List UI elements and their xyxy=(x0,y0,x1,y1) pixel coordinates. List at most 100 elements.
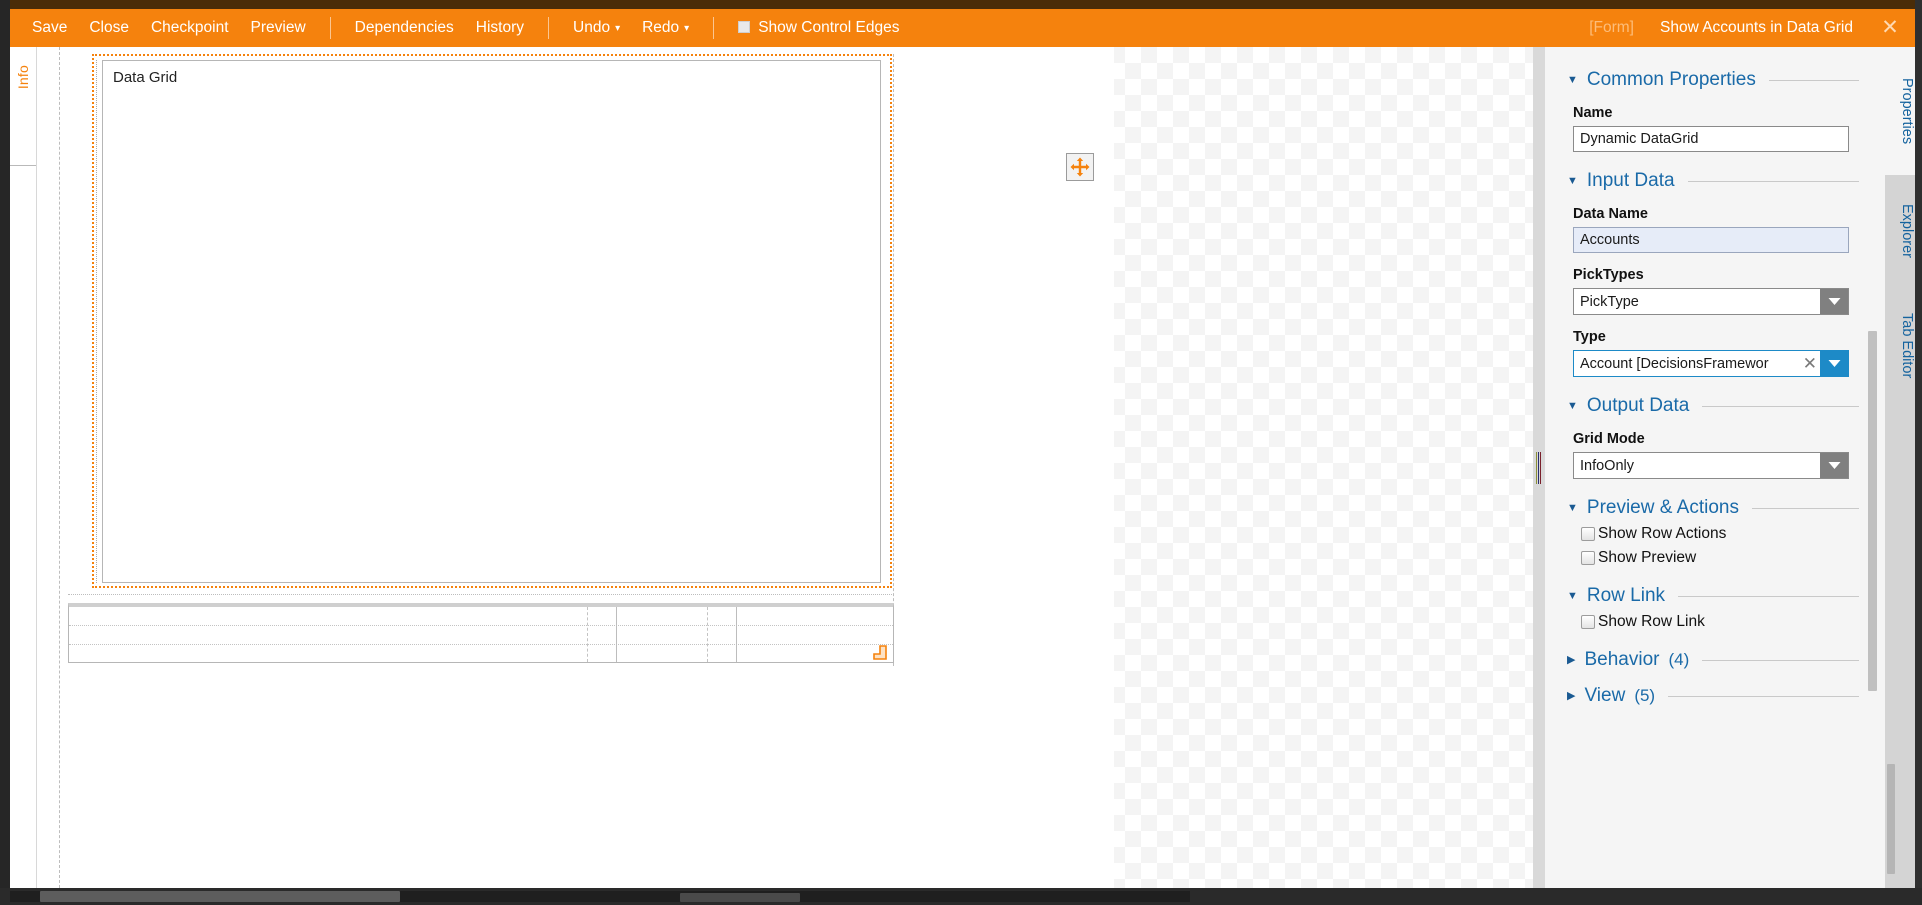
type-dropdown[interactable]: Account [DecisionsFramewor ✕ xyxy=(1573,350,1849,377)
chevron-down-icon[interactable] xyxy=(1820,289,1848,314)
horizontal-scrollbar-thumb-secondary[interactable] xyxy=(680,893,800,902)
data-grid-label: Data Grid xyxy=(113,69,178,86)
grid-mode-dropdown[interactable]: InfoOnly xyxy=(1573,452,1849,479)
main-toolbar: Save Close Checkpoint Preview Dependenci… xyxy=(10,9,1915,47)
grid-placeholder-table[interactable] xyxy=(68,603,894,663)
save-button[interactable]: Save xyxy=(21,9,78,47)
application-window: Save Close Checkpoint Preview Dependenci… xyxy=(0,0,1922,905)
left-tab-strip: Info xyxy=(10,47,37,888)
grid-row-divider xyxy=(69,644,893,645)
section-rule xyxy=(1702,405,1859,407)
section-title: Common Properties xyxy=(1586,69,1756,90)
close-window-icon[interactable]: ✕ xyxy=(1869,9,1911,47)
window-frame-left xyxy=(0,0,10,905)
name-input[interactable] xyxy=(1573,126,1849,152)
show-row-actions-checkbox-row[interactable]: Show Row Actions xyxy=(1581,525,1859,543)
window-frame-top-accent xyxy=(10,0,1922,9)
horizontal-scrollbar-thumb[interactable] xyxy=(40,891,400,902)
section-output-data[interactable]: ▼ Output Data xyxy=(1567,395,1859,417)
history-button[interactable]: History xyxy=(465,9,535,47)
move-arrows-icon[interactable] xyxy=(1066,153,1094,181)
section-view[interactable]: ▶ View (5) xyxy=(1567,685,1859,707)
dependencies-button[interactable]: Dependencies xyxy=(344,9,465,47)
redo-menu-button[interactable]: Redo ▾ xyxy=(631,9,700,47)
chevron-down-icon[interactable] xyxy=(1820,351,1848,376)
grid-mode-field-label: Grid Mode xyxy=(1573,431,1645,447)
canvas-left-gutter xyxy=(37,47,60,888)
section-behavior[interactable]: ▶ Behavior (4) xyxy=(1567,649,1859,671)
show-row-link-label: Show Row Link xyxy=(1598,613,1705,630)
section-rule xyxy=(1668,695,1859,697)
type-field-label: Type xyxy=(1573,329,1606,345)
triangle-down-icon: ▼ xyxy=(1567,501,1578,514)
section-input-data[interactable]: ▼ Input Data xyxy=(1567,170,1859,192)
section-title: Row Link xyxy=(1586,585,1666,606)
grid-column-divider xyxy=(736,607,737,662)
window-frame-right xyxy=(1915,0,1922,905)
properties-panel: ▼ Common Properties Name ▼ Input Data Da… xyxy=(1545,47,1885,888)
right-tab-scrollbar[interactable] xyxy=(1887,764,1895,874)
right-tab-strip: Properties Explorer Tab Editor xyxy=(1885,47,1915,888)
show-row-link-checkbox-row[interactable]: Show Row Link xyxy=(1581,613,1859,631)
section-rule xyxy=(1687,180,1859,182)
type-value: Account [DecisionsFramewor xyxy=(1580,355,1769,372)
checkbox-icon[interactable] xyxy=(1581,615,1595,629)
data-name-field-label: Data Name xyxy=(1573,206,1648,222)
main-body: Info Data Grid ▼ Common Properties Name … xyxy=(10,47,1915,888)
section-title: Preview & Actions xyxy=(1586,497,1739,518)
show-preview-checkbox-row[interactable]: Show Preview xyxy=(1581,549,1859,567)
chevron-down-icon: ▾ xyxy=(684,23,690,34)
show-control-edges-label: Show Control Edges xyxy=(758,19,900,36)
data-name-input[interactable] xyxy=(1573,227,1849,253)
checkpoint-button[interactable]: Checkpoint xyxy=(140,9,240,47)
resize-corner-icon[interactable] xyxy=(873,645,891,663)
undo-menu-button[interactable]: Undo ▾ xyxy=(562,9,631,47)
section-title: View xyxy=(1584,685,1626,706)
checkbox-icon[interactable] xyxy=(738,20,751,33)
close-button[interactable]: Close xyxy=(78,9,140,47)
chevron-down-icon[interactable] xyxy=(1820,453,1848,478)
section-preview-actions[interactable]: ▼ Preview & Actions xyxy=(1567,497,1859,519)
panel-splitter[interactable] xyxy=(1533,47,1545,888)
section-count: (5) xyxy=(1634,686,1656,705)
preview-button[interactable]: Preview xyxy=(240,9,317,47)
tab-tab-editor[interactable]: Tab Editor xyxy=(1885,287,1915,405)
form-designer-canvas[interactable]: Data Grid xyxy=(37,47,1533,888)
triangle-right-icon: ▶ xyxy=(1567,689,1576,702)
strip-divider xyxy=(10,165,36,166)
picktypes-dropdown[interactable]: PickType xyxy=(1573,288,1849,315)
picktypes-field-label: PickTypes xyxy=(1573,267,1644,283)
section-row-link[interactable]: ▼ Row Link xyxy=(1567,585,1859,607)
grid-row-divider xyxy=(69,625,893,626)
panel-guide-left xyxy=(96,60,97,583)
triangle-right-icon: ▶ xyxy=(1567,653,1576,666)
grid-mode-value: InfoOnly xyxy=(1580,457,1634,474)
checkbox-icon[interactable] xyxy=(1581,527,1595,541)
checkbox-icon[interactable] xyxy=(1581,551,1595,565)
layout-guide-vertical xyxy=(893,54,894,666)
clear-icon[interactable]: ✕ xyxy=(1802,355,1820,372)
redo-label: Redo xyxy=(642,19,680,36)
section-rule xyxy=(1768,79,1859,81)
show-control-edges-toggle[interactable]: Show Control Edges xyxy=(727,9,910,47)
document-title: Show Accounts in Data Grid xyxy=(1660,19,1853,36)
tab-info[interactable]: Info xyxy=(12,61,34,93)
name-field-label: Name xyxy=(1573,105,1613,121)
section-title: Input Data xyxy=(1586,170,1675,191)
form-surface[interactable]: Data Grid xyxy=(60,47,1114,888)
properties-scrollbar[interactable] xyxy=(1868,331,1877,691)
data-grid-control[interactable]: Data Grid xyxy=(102,60,881,583)
form-type-tag: [Form] xyxy=(1589,19,1634,36)
triangle-down-icon: ▼ xyxy=(1567,589,1578,602)
tab-properties[interactable]: Properties xyxy=(1885,47,1915,175)
tab-explorer[interactable]: Explorer xyxy=(1885,175,1915,287)
layout-guide-horizontal xyxy=(68,594,894,595)
show-preview-label: Show Preview xyxy=(1598,549,1697,566)
section-count: (4) xyxy=(1668,650,1690,669)
section-common-properties[interactable]: ▼ Common Properties xyxy=(1567,69,1859,91)
toolbar-separator xyxy=(329,17,331,39)
